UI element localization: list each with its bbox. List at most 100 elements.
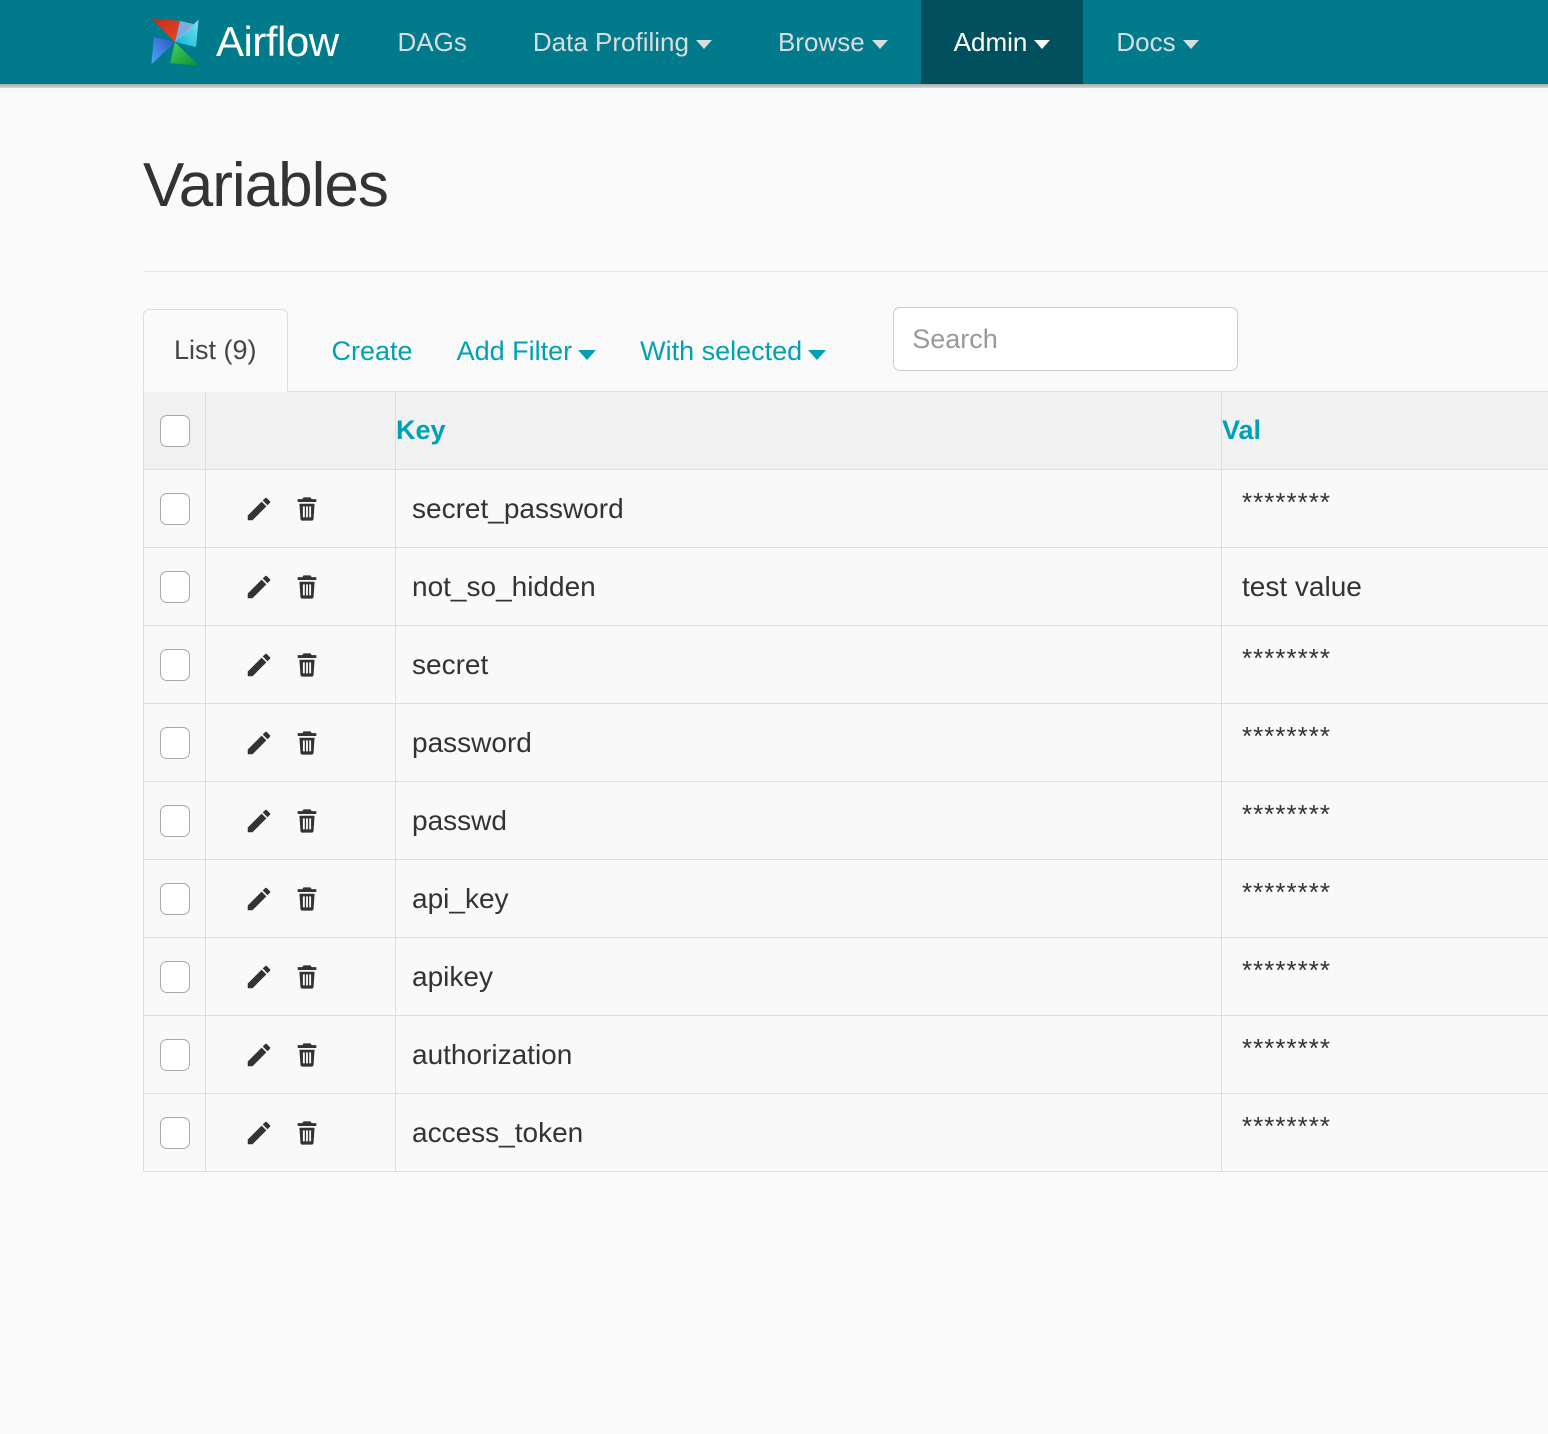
row-key-cell: apikey xyxy=(396,938,1222,1016)
column-header-val[interactable]: Val xyxy=(1222,392,1548,470)
table-row: api_key ******** xyxy=(144,860,1548,938)
variable-key: passwd xyxy=(396,805,507,836)
row-actions-cell xyxy=(206,704,396,782)
row-val-cell: ******** xyxy=(1222,470,1548,548)
row-key-cell: access_token xyxy=(396,1094,1222,1172)
row-select-cell xyxy=(144,470,206,548)
with-selected-label: With selected xyxy=(640,336,802,367)
variable-value-masked: ******** xyxy=(1222,1033,1331,1064)
pencil-icon[interactable] xyxy=(242,804,276,838)
variable-value-masked: ******** xyxy=(1222,487,1331,518)
row-actions xyxy=(206,882,395,916)
row-select-cell xyxy=(144,1016,206,1094)
pencil-icon[interactable] xyxy=(242,648,276,682)
row-select-cell xyxy=(144,548,206,626)
create-label: Create xyxy=(332,336,413,367)
column-header-key[interactable]: Key xyxy=(396,392,1222,470)
nav-item-docs[interactable]: Docs xyxy=(1083,0,1231,84)
with-selected-dropdown[interactable]: With selected xyxy=(640,336,826,367)
page-content: Variables List (9) Create Add Filter Wit… xyxy=(0,88,1548,1172)
add-filter-label: Add Filter xyxy=(457,336,573,367)
nav-item-dags[interactable]: DAGs xyxy=(365,0,500,84)
add-filter-dropdown[interactable]: Add Filter xyxy=(457,336,597,367)
nav-item-label: DAGs xyxy=(398,27,467,58)
trash-icon[interactable] xyxy=(290,1116,324,1150)
variable-value-masked: ******** xyxy=(1222,643,1331,674)
chevron-down-icon xyxy=(578,350,596,360)
row-checkbox[interactable] xyxy=(160,571,190,603)
brand-home-link[interactable]: Airflow xyxy=(130,0,365,84)
row-checkbox[interactable] xyxy=(160,727,190,759)
nav-item-browse[interactable]: Browse xyxy=(745,0,921,84)
variable-key: apikey xyxy=(396,961,493,992)
table-row: authorization ******** xyxy=(144,1016,1548,1094)
pencil-icon[interactable] xyxy=(242,1038,276,1072)
chevron-down-icon xyxy=(872,40,888,49)
row-checkbox[interactable] xyxy=(160,883,190,915)
trash-icon[interactable] xyxy=(290,1038,324,1072)
search-input[interactable] xyxy=(893,307,1238,371)
trash-icon[interactable] xyxy=(290,492,324,526)
row-select-cell xyxy=(144,782,206,860)
row-actions xyxy=(206,1038,395,1072)
chevron-down-icon xyxy=(696,40,712,49)
row-checkbox[interactable] xyxy=(160,649,190,681)
pencil-icon[interactable] xyxy=(242,726,276,760)
variable-key: api_key xyxy=(396,883,509,914)
navbar-items: DAGs Data Profiling Browse Admin Docs xyxy=(365,0,1232,84)
row-checkbox[interactable] xyxy=(160,805,190,837)
list-toolbar: List (9) Create Add Filter With selected xyxy=(143,299,1548,391)
variable-value-masked: ******** xyxy=(1222,721,1331,752)
variable-key: secret_password xyxy=(396,493,624,524)
pencil-icon[interactable] xyxy=(242,570,276,604)
row-actions-cell xyxy=(206,1016,396,1094)
row-checkbox[interactable] xyxy=(160,961,190,993)
pencil-icon[interactable] xyxy=(242,1116,276,1150)
variable-value-masked: ******** xyxy=(1222,877,1331,908)
row-val-cell: ******** xyxy=(1222,938,1548,1016)
trash-icon[interactable] xyxy=(290,882,324,916)
trash-icon[interactable] xyxy=(290,804,324,838)
row-select-cell xyxy=(144,938,206,1016)
table-row: apikey ******** xyxy=(144,938,1548,1016)
variable-key: authorization xyxy=(396,1039,572,1070)
pencil-icon[interactable] xyxy=(242,960,276,994)
actions-header xyxy=(206,392,396,470)
row-val-cell: ******** xyxy=(1222,1094,1548,1172)
variables-table-container: Key Val secret_password********not_so_hi… xyxy=(143,391,1548,1172)
chevron-down-icon xyxy=(1034,40,1050,49)
row-checkbox[interactable] xyxy=(160,493,190,525)
row-val-cell: ******** xyxy=(1222,782,1548,860)
trash-icon[interactable] xyxy=(290,960,324,994)
row-checkbox[interactable] xyxy=(160,1039,190,1071)
row-val-cell: test value xyxy=(1222,548,1548,626)
chevron-down-icon xyxy=(808,350,826,360)
row-key-cell: api_key xyxy=(396,860,1222,938)
create-button[interactable]: Create xyxy=(332,336,413,367)
nav-item-data-profiling[interactable]: Data Profiling xyxy=(500,0,745,84)
nav-item-admin[interactable]: Admin xyxy=(921,0,1084,84)
row-actions-cell xyxy=(206,782,396,860)
row-actions-cell xyxy=(206,470,396,548)
variable-value-masked: ******** xyxy=(1222,1111,1331,1142)
table-body: secret_password********not_so_hiddentest… xyxy=(144,470,1548,1172)
trash-icon[interactable] xyxy=(290,570,324,604)
trash-icon[interactable] xyxy=(290,648,324,682)
row-actions xyxy=(206,492,395,526)
nav-item-label: Data Profiling xyxy=(533,27,689,58)
row-val-cell: ******** xyxy=(1222,626,1548,704)
row-key-cell: not_so_hidden xyxy=(396,548,1222,626)
airflow-pinwheel-logo xyxy=(144,11,206,73)
tab-list[interactable]: List (9) xyxy=(143,309,288,392)
row-actions xyxy=(206,570,395,604)
pencil-icon[interactable] xyxy=(242,492,276,526)
select-all-checkbox[interactable] xyxy=(160,415,190,447)
variable-value-masked: ******** xyxy=(1222,955,1331,986)
row-checkbox[interactable] xyxy=(160,1117,190,1149)
row-actions-cell xyxy=(206,626,396,704)
tab-list-label: List (9) xyxy=(174,335,257,366)
pencil-icon[interactable] xyxy=(242,882,276,916)
trash-icon[interactable] xyxy=(290,726,324,760)
table-row: secret******** xyxy=(144,626,1548,704)
nav-item-label: Docs xyxy=(1116,27,1175,58)
